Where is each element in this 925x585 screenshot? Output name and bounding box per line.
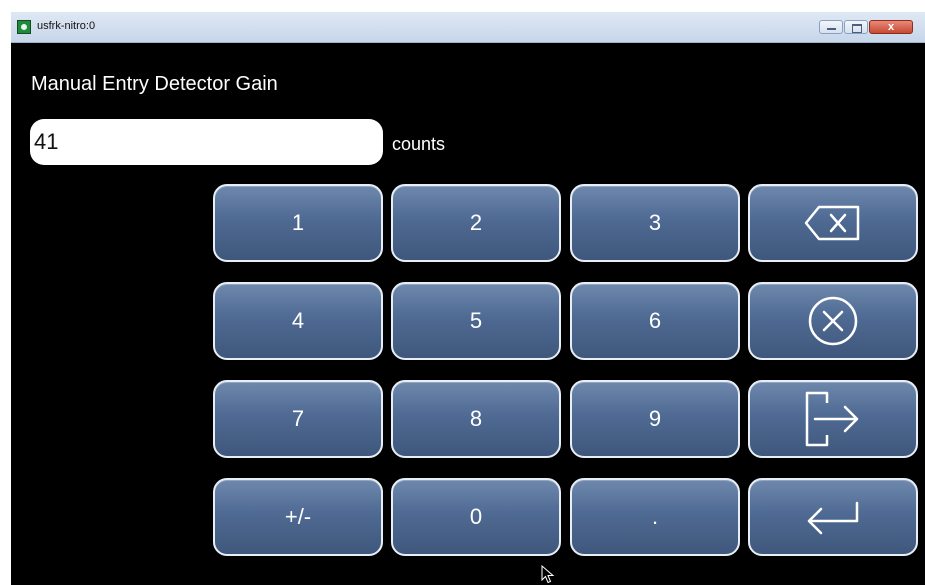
key-4[interactable]: 4 xyxy=(213,282,383,360)
gain-value-input[interactable] xyxy=(30,119,383,165)
maximize-icon xyxy=(852,24,862,33)
key-5[interactable]: 5 xyxy=(391,282,561,360)
close-icon: x xyxy=(887,21,895,33)
key-8[interactable]: 8 xyxy=(391,380,561,458)
key-decimal[interactable]: . xyxy=(570,478,740,556)
exit-icon xyxy=(805,391,859,447)
enter-icon xyxy=(807,501,859,535)
key-1[interactable]: 1 xyxy=(213,184,383,262)
backspace-button[interactable] xyxy=(748,184,918,262)
key-6[interactable]: 6 xyxy=(570,282,740,360)
clear-icon xyxy=(808,296,858,346)
clear-button[interactable] xyxy=(748,282,918,360)
exit-button[interactable] xyxy=(748,380,918,458)
maximize-button[interactable] xyxy=(844,20,868,34)
key-3[interactable]: 3 xyxy=(570,184,740,262)
close-window-button[interactable]: x xyxy=(869,20,913,34)
key-2[interactable]: 2 xyxy=(391,184,561,262)
minimize-button[interactable] xyxy=(819,20,843,34)
app-window: usfrk-nitro:0 x Manual Entry Detector Ga… xyxy=(11,12,925,585)
key-7[interactable]: 7 xyxy=(213,380,383,458)
minimize-icon xyxy=(827,28,836,30)
key-0[interactable]: 0 xyxy=(391,478,561,556)
unit-label: counts xyxy=(392,134,446,154)
window-title: usfrk-nitro:0 xyxy=(37,20,96,32)
key-plus-minus[interactable]: +/- xyxy=(213,478,383,556)
page-title: Manual Entry Detector Gain xyxy=(31,73,278,95)
mouse-cursor-icon xyxy=(541,565,555,584)
enter-button[interactable] xyxy=(748,478,918,556)
app-icon xyxy=(17,20,31,34)
key-9[interactable]: 9 xyxy=(570,380,740,458)
title-bar: usfrk-nitro:0 x xyxy=(11,12,925,43)
backspace-icon xyxy=(804,205,860,241)
